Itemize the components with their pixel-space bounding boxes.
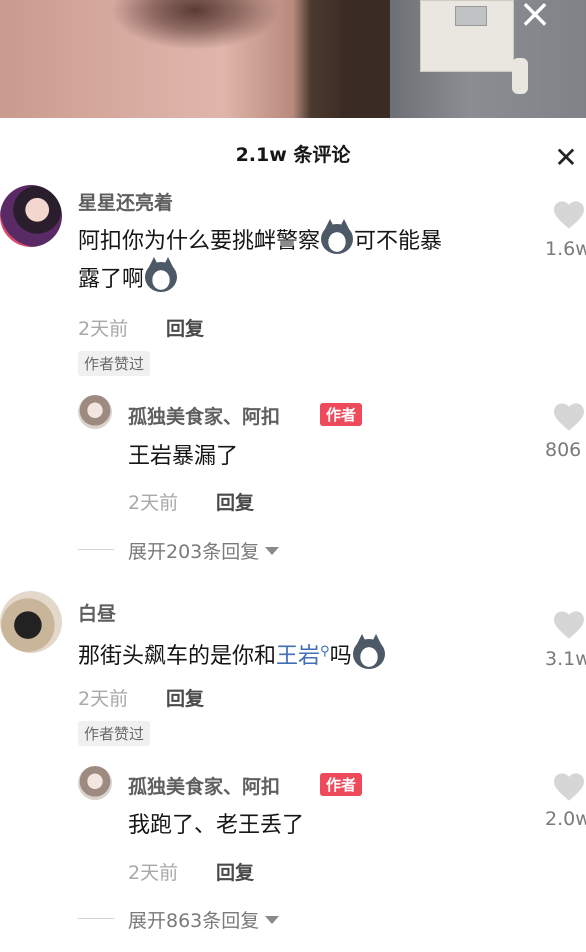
reply-text: 王岩暴漏了 bbox=[128, 444, 239, 469]
husky-emoji-icon bbox=[145, 257, 178, 292]
comment-text: 那街头飙车的是你和王岩⚲吗 bbox=[78, 633, 528, 676]
comment-sheet: 2.1w 条评论 ✕ 星星还亮着 阿扣你为什么要挑衅警察 可不能暴 露了啊 2天前 … bbox=[0, 118, 586, 952]
comment-text: 阿扣你为什么要挑衅警察 可不能暴露了啊 bbox=[78, 219, 528, 299]
reply-button[interactable]: 回复 bbox=[166, 684, 204, 711]
avatar[interactable] bbox=[78, 766, 112, 800]
avatar[interactable] bbox=[0, 185, 62, 247]
chevron-down-icon bbox=[265, 547, 280, 555]
comment-time: 2天前 bbox=[78, 688, 129, 710]
reply-text: 我跑了、老王丢了 bbox=[128, 813, 305, 838]
author-badge: 作者 bbox=[320, 403, 363, 426]
reply-button[interactable]: 回复 bbox=[166, 314, 204, 341]
expand-replies-button[interactable]: 展开863条回复 bbox=[128, 906, 280, 933]
expand-replies-label: 展开863条回复 bbox=[128, 910, 260, 932]
video-subject bbox=[110, 0, 280, 50]
mention-link[interactable]: 王岩 bbox=[276, 644, 320, 669]
expand-replies-label: 展开203条回复 bbox=[128, 541, 260, 563]
comment-text-part: 可不能暴 bbox=[354, 229, 443, 254]
video-intercom-phone bbox=[512, 58, 528, 94]
author-badge: 作者 bbox=[320, 773, 363, 796]
reply-button[interactable]: 回复 bbox=[216, 858, 254, 885]
comment-text-part: 那街头飙车的是你和 bbox=[78, 644, 277, 669]
heart-icon[interactable] bbox=[552, 772, 586, 802]
reply-button[interactable]: 回复 bbox=[216, 488, 254, 515]
search-icon[interactable]: ⚲ bbox=[320, 644, 330, 659]
heart-icon[interactable] bbox=[552, 200, 586, 230]
husky-emoji-icon bbox=[321, 219, 354, 254]
comment-time: 2天前 bbox=[78, 318, 129, 340]
like-count: 2.0w bbox=[545, 808, 586, 830]
author-liked-tag: 作者赞过 bbox=[78, 721, 151, 746]
video-door bbox=[340, 0, 390, 118]
comment-username[interactable]: 白昼 bbox=[78, 599, 116, 626]
reply-username[interactable]: 孤独美食家、阿扣 bbox=[128, 772, 280, 799]
like-count: 1.6w bbox=[545, 238, 586, 260]
comment-username[interactable]: 星星还亮着 bbox=[78, 188, 173, 215]
divider bbox=[78, 549, 114, 550]
like-count: 806 bbox=[545, 439, 582, 461]
comment-text-part: 吗 bbox=[329, 644, 352, 669]
reply-time: 2天前 bbox=[128, 862, 179, 884]
video-preview[interactable]: × bbox=[0, 0, 586, 118]
divider bbox=[78, 918, 114, 919]
author-liked-tag: 作者赞过 bbox=[78, 351, 151, 376]
reply-time: 2天前 bbox=[128, 492, 179, 514]
avatar[interactable] bbox=[78, 395, 112, 429]
close-icon[interactable]: ✕ bbox=[550, 142, 582, 174]
heart-icon[interactable] bbox=[552, 610, 586, 640]
reply-username[interactable]: 孤独美食家、阿扣 bbox=[128, 402, 280, 429]
video-panel-screen bbox=[455, 6, 487, 26]
chevron-down-icon bbox=[265, 916, 280, 924]
husky-emoji-icon bbox=[352, 634, 385, 669]
heart-icon[interactable] bbox=[552, 402, 586, 432]
close-icon[interactable]: × bbox=[515, 0, 555, 34]
comment-text-part: 露了啊 bbox=[78, 267, 145, 292]
expand-replies-button[interactable]: 展开203条回复 bbox=[128, 537, 280, 564]
comment-count-title: 2.1w 条评论 bbox=[235, 144, 351, 166]
like-count: 3.1w bbox=[545, 648, 586, 670]
avatar[interactable] bbox=[0, 591, 62, 653]
comment-text-part: 阿扣你为什么要挑衅警察 bbox=[78, 229, 321, 254]
